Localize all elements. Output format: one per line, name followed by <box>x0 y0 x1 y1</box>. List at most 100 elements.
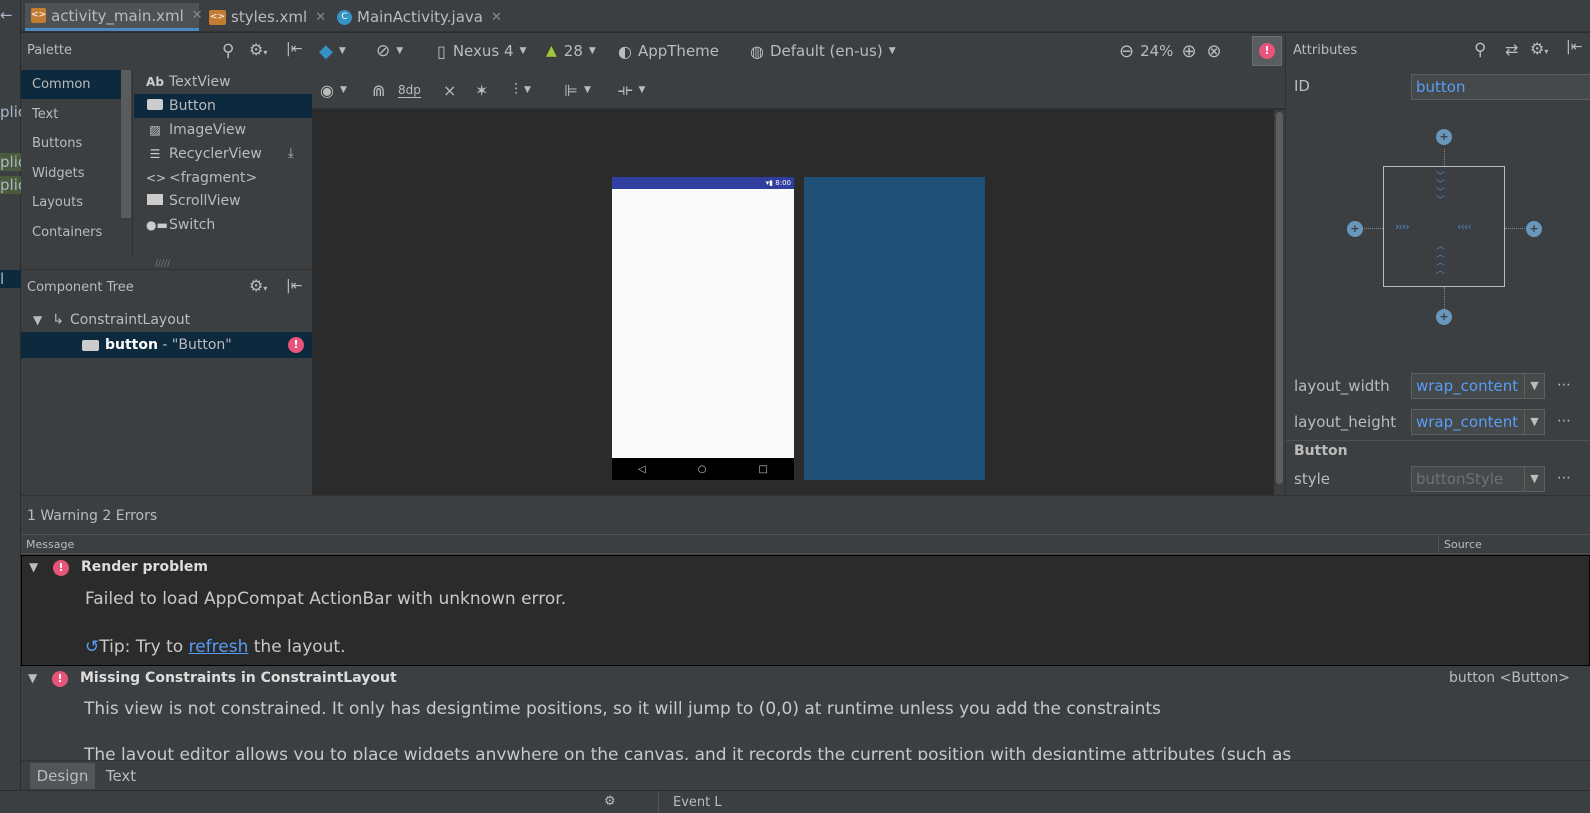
close-icon[interactable]: ✕ <box>315 10 326 25</box>
locale-dropdown[interactable]: ◍ Default (en-us) ▼ <box>750 40 896 62</box>
pack-icon: ⫶ <box>514 80 519 99</box>
recyclerview-icon: ☰ <box>149 147 161 161</box>
collapse-arrow-icon[interactable]: ▼ <box>28 671 37 685</box>
collapse-arrow-icon[interactable]: ▼ <box>29 560 38 574</box>
add-left-constraint-icon[interactable]: + <box>1347 221 1363 237</box>
infer-constraints-button[interactable]: ✶ <box>475 79 488 101</box>
gear-icon[interactable]: ⚙▾ <box>249 276 267 295</box>
tab-text[interactable]: Text <box>101 763 141 789</box>
api-dropdown[interactable]: ▲ 28 ▼ <box>546 40 596 62</box>
java-class-icon: C <box>337 9 352 25</box>
tab-styles-xml[interactable]: <> styles.xml ✕ <box>203 3 328 31</box>
palette-item-scrollview[interactable]: ScrollView <box>134 189 312 213</box>
chevron-down-icon[interactable]: ▼ <box>1524 410 1544 434</box>
constraintlayout-icon: ↳ <box>52 312 64 328</box>
id-field[interactable]: button <box>1411 74 1590 100</box>
tab-mainactivity-java[interactable]: C MainActivity.java ✕ <box>331 3 506 31</box>
scrollbar[interactable] <box>121 70 131 218</box>
palette-item-button[interactable]: Button <box>134 94 312 118</box>
textview-icon: Ab <box>146 75 164 89</box>
orientation-dropdown[interactable]: ⊘ ▼ <box>376 40 403 62</box>
palette-item-switch[interactable]: ●▬ Switch <box>134 213 312 237</box>
zoom-out-icon[interactable]: ⊖ <box>1119 41 1134 62</box>
theme-button[interactable]: ◐ AppTheme <box>618 40 719 62</box>
category-widgets[interactable]: Widgets <box>21 159 121 188</box>
add-top-constraint-icon[interactable]: + <box>1436 129 1452 145</box>
editor-mode-tabs: Design Text <box>21 760 1590 790</box>
palette-item-imageview[interactable]: ▨ ImageView <box>134 118 312 142</box>
blueprint-preview[interactable] <box>804 177 985 480</box>
canvas-scrollbar[interactable] <box>1274 110 1285 495</box>
category-text[interactable]: Text <box>21 100 121 129</box>
collapse-arrow-icon[interactable]: ← <box>0 6 13 24</box>
tree-node-constraintlayout[interactable]: ▼ ↳ ConstraintLayout <box>21 307 312 333</box>
chevron-down-icon[interactable]: ▼ <box>1524 467 1544 491</box>
attributes-title: Attributes <box>1293 43 1358 58</box>
design-surface-dropdown[interactable]: ◆ ▼ <box>319 40 346 62</box>
event-log-label[interactable]: Event L <box>673 795 722 810</box>
hide-panel-icon[interactable]: |⇤ <box>286 278 302 294</box>
design-canvas[interactable]: ▾▮ 8:00 ◁ ○ □ <box>312 110 1285 495</box>
scrollbar-thumb[interactable] <box>1276 112 1283 484</box>
more-icon[interactable]: ⋯ <box>1557 470 1571 486</box>
category-buttons[interactable]: Buttons <box>21 129 121 158</box>
category-layouts[interactable]: Layouts <box>21 188 121 217</box>
device-preview[interactable]: ▾▮ 8:00 ◁ ○ □ <box>612 177 794 480</box>
category-containers[interactable]: Containers <box>21 218 121 247</box>
search-icon[interactable]: ⚲ <box>1474 40 1486 60</box>
tab-design[interactable]: Design <box>30 763 95 789</box>
download-icon[interactable]: ⤓ <box>288 142 294 166</box>
style-select[interactable]: buttonStyle ▼ <box>1411 466 1545 492</box>
view-options-dropdown[interactable]: ◉ ▼ <box>320 79 347 101</box>
close-icon[interactable]: ✕ <box>491 10 502 25</box>
more-icon[interactable]: ⋯ <box>1557 413 1571 429</box>
hide-panel-icon[interactable]: |⇤ <box>1566 39 1582 55</box>
zoom-in-icon[interactable]: ⊕ <box>1181 41 1196 62</box>
palette-item-recyclerview[interactable]: ☰ RecyclerView ⤓ <box>134 142 312 166</box>
tree-node-button[interactable]: button - "Button" ! <box>21 332 312 358</box>
toggle-view-icon[interactable]: ⇄ <box>1505 40 1518 59</box>
close-icon[interactable]: ✕ <box>192 8 203 23</box>
gear-icon[interactable]: ⚙▾ <box>1530 39 1548 58</box>
constraint-widget[interactable]: ﹀ ﹀ ﹀ ﹀ ︿ ︿ ︿ ︿ ›››› ‹‹‹‹ <box>1383 166 1505 287</box>
expand-arrow-icon[interactable]: ▼ <box>33 307 42 333</box>
add-bottom-constraint-icon[interactable]: + <box>1436 309 1452 325</box>
hide-panel-icon[interactable]: |⇤ <box>286 41 302 57</box>
resize-grip[interactable]: ///// <box>155 259 170 269</box>
design-toolbar: ◆ ▼ ⊘ ▼ ▯ Nexus 4 ▼ ▲ 28 ▼ ◐ AppTheme ◍ Defa… <box>312 33 1285 109</box>
palette-item-fragment[interactable]: <> <fragment> <box>134 166 312 190</box>
gear-icon[interactable]: ⚙ <box>604 794 616 809</box>
layout-width-value: wrap_content <box>1416 377 1519 395</box>
device-dropdown[interactable]: ▯ Nexus 4 ▼ <box>437 40 526 62</box>
section-header: Button <box>1294 443 1348 459</box>
default-margins-button[interactable]: 8dp <box>398 79 421 101</box>
message-column-header[interactable]: Message <box>26 538 74 551</box>
clear-constraints-icon: ⨯ <box>443 80 457 100</box>
issues-panel: 1 Warning 2 Errors Message Source ▼ ! Re… <box>21 495 1590 761</box>
pack-dropdown[interactable]: ⫶ ▼ <box>514 79 531 101</box>
gear-icon[interactable]: ⚙▾ <box>249 40 267 59</box>
tip-prefix: Tip: Try to <box>99 637 189 657</box>
add-right-constraint-icon[interactable]: + <box>1526 221 1542 237</box>
show-issues-button[interactable]: ! <box>1252 36 1282 66</box>
refresh-link[interactable]: refresh <box>189 637 249 657</box>
category-common[interactable]: Common <box>21 70 121 99</box>
guidelines-dropdown[interactable]: ⟛ ▼ <box>618 79 645 101</box>
palette-item-textview[interactable]: Ab TextView <box>134 70 312 94</box>
issue-render-problem[interactable]: ▼ ! Render problem Failed to load AppCom… <box>21 555 1590 666</box>
layout-width-select[interactable]: wrap_content ▼ <box>1411 373 1545 399</box>
autoconnect-toggle[interactable]: ⋒ <box>372 79 385 101</box>
zoom-to-fit-icon[interactable]: ⊗ <box>1207 41 1222 62</box>
align-dropdown[interactable]: ⊫ ▼ <box>564 79 591 101</box>
error-icon[interactable]: ! <box>288 337 304 353</box>
source-column-header[interactable]: Source <box>1444 538 1482 551</box>
error-icon: ! <box>1259 43 1275 59</box>
issue-missing-constraints[interactable]: ▼ ! Missing Constraints in ConstraintLay… <box>21 666 1590 761</box>
search-icon[interactable]: ⚲ <box>222 41 234 61</box>
chevron-down-icon[interactable]: ▼ <box>1524 374 1544 398</box>
tab-activity-main-xml[interactable]: <> activity_main.xml ✕ <box>25 3 203 31</box>
issue-source[interactable]: button <Button> <box>1449 670 1570 686</box>
more-icon[interactable]: ⋯ <box>1557 377 1571 393</box>
layout-height-select[interactable]: wrap_content ▼ <box>1411 409 1545 435</box>
clear-constraints-button[interactable]: ⨯ <box>443 79 456 101</box>
